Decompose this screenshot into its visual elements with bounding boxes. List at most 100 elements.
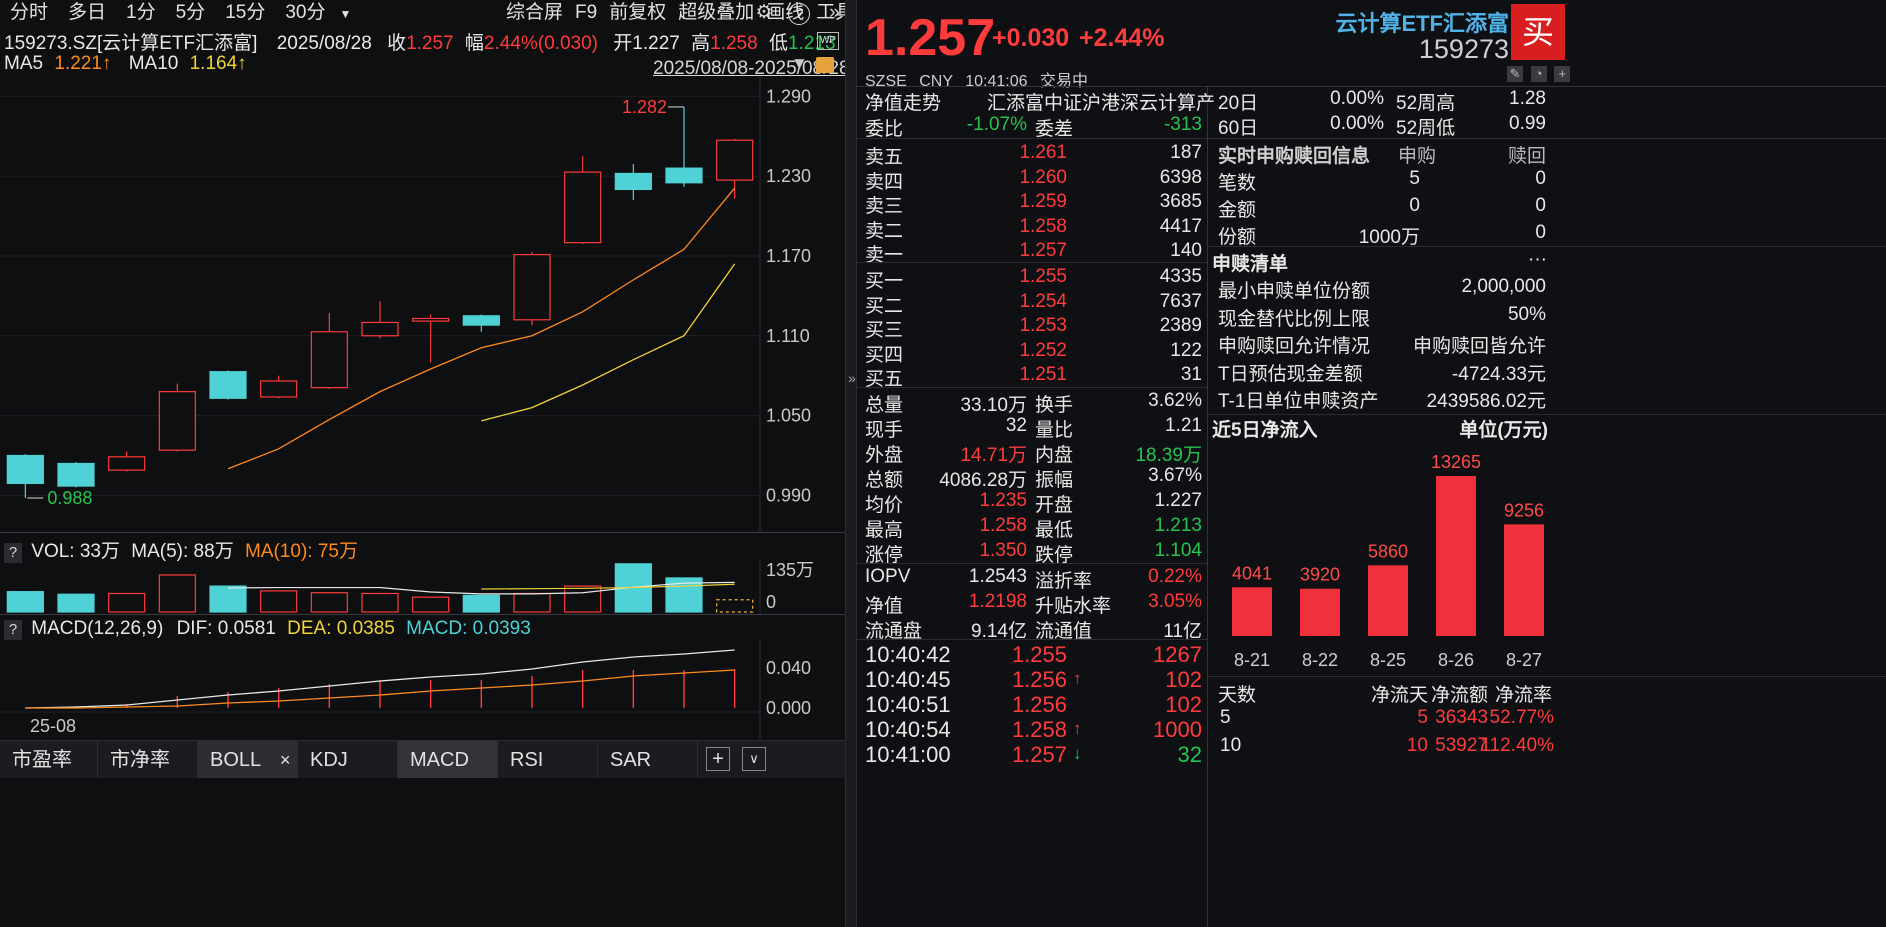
- volume-bar[interactable]: [210, 586, 246, 612]
- candle-body[interactable]: [565, 172, 601, 243]
- volume-bar[interactable]: [159, 575, 195, 612]
- range-dropdown-icon[interactable]: ▼: [791, 54, 808, 74]
- volume-bar[interactable]: [463, 595, 499, 612]
- wp-icon[interactable]: WP: [817, 32, 839, 50]
- inflow-bar[interactable]: [1368, 565, 1408, 636]
- bid-label: 买二: [865, 291, 903, 318]
- tick-volume: 32: [1097, 742, 1202, 768]
- volume-bar[interactable]: [362, 593, 398, 612]
- help-icon[interactable]: ?: [788, 3, 810, 25]
- tick-time: 10:40:45: [865, 667, 951, 693]
- tool-button[interactable]: 前复权: [603, 0, 672, 26]
- tab-pe[interactable]: 市盈率: [0, 741, 98, 778]
- volume-bar[interactable]: [58, 594, 94, 612]
- tab-kdj[interactable]: KDJ: [298, 741, 398, 778]
- volume-chart[interactable]: 135万0: [0, 558, 845, 614]
- inflow-bar[interactable]: [1232, 587, 1272, 636]
- candle-body[interactable]: [514, 255, 550, 320]
- inflow-bar[interactable]: [1300, 589, 1340, 636]
- list-row-value: 2,000,000: [1348, 276, 1546, 298]
- creation-list-title: 申赎清单: [1212, 249, 1288, 276]
- candle-body[interactable]: [7, 455, 43, 483]
- chart-area: 分时多日1分5分15分30分▼ 综合屏F9前复权超级叠加画线工具: [0, 0, 845, 927]
- kline-chart[interactable]: 1.2901.2301.1701.1101.0500.9901.2820.988: [0, 77, 845, 532]
- tab-rsi[interactable]: RSI: [498, 741, 598, 778]
- low-label: 低: [769, 33, 788, 54]
- candle-body[interactable]: [109, 457, 145, 470]
- candle-body[interactable]: [463, 316, 499, 325]
- period-tab[interactable]: 1分: [116, 0, 166, 26]
- volume-bar[interactable]: [109, 593, 145, 612]
- close-value: 1.257: [406, 33, 454, 54]
- candle-body[interactable]: [311, 332, 347, 388]
- tab-macd[interactable]: MACD: [398, 741, 498, 778]
- help-icon[interactable]: ?: [4, 620, 22, 640]
- candle-body[interactable]: [58, 463, 94, 486]
- nav-fund-name: 汇添富中证沪港深云计算产: [987, 88, 1207, 115]
- volume-bar[interactable]: [514, 593, 550, 612]
- tool-button[interactable]: 超级叠加: [672, 0, 760, 26]
- macd-chart[interactable]: 0.0400.00025-08: [0, 640, 845, 740]
- candle-body[interactable]: [362, 322, 398, 335]
- volume-bar[interactable]: [413, 597, 449, 612]
- candle-body[interactable]: [261, 381, 297, 397]
- period-tab[interactable]: 多日: [58, 0, 116, 26]
- panel-divider[interactable]: »: [845, 0, 857, 927]
- tab-pb[interactable]: 市净率: [98, 741, 198, 778]
- add-icon[interactable]: +: [1554, 66, 1570, 82]
- volume-bar[interactable]: [717, 600, 753, 612]
- alert-icon[interactable]: ◔: [1531, 66, 1547, 82]
- buy-button[interactable]: 买: [1511, 4, 1565, 60]
- volume-bar[interactable]: [565, 586, 601, 612]
- period-tab[interactable]: 30分: [275, 0, 335, 26]
- net-inflow-chart[interactable]: 40418-2139208-2258608-25132658-2692568-2…: [1208, 438, 1558, 678]
- candle-body[interactable]: [615, 173, 651, 189]
- stat-value: 1.213: [1097, 515, 1202, 537]
- lock-icon[interactable]: [816, 57, 834, 73]
- period-tab[interactable]: 5分: [166, 0, 216, 26]
- tool-button[interactable]: 综合屏: [500, 0, 569, 26]
- inflow-bar[interactable]: [1436, 476, 1476, 636]
- tick-price: 1.257: [987, 742, 1067, 768]
- chevron-down-icon[interactable]: ∨: [742, 747, 766, 771]
- last-price: 1.257: [865, 10, 995, 66]
- close-icon[interactable]: ×: [272, 741, 298, 778]
- candle-body[interactable]: [413, 318, 449, 321]
- period-tab[interactable]: 15分: [215, 0, 275, 26]
- ask-label: 卖四: [865, 167, 903, 194]
- add-tab-icon[interactable]: +: [706, 747, 730, 771]
- stat-label: IOPV: [865, 566, 910, 588]
- expand-icon[interactable]: »: [824, 0, 846, 26]
- inflow-bar[interactable]: [1504, 524, 1544, 636]
- gear-icon[interactable]: ⚙: [753, 0, 775, 26]
- period-menu-icon[interactable]: ▼: [335, 1, 355, 27]
- table-cell: 36343: [1408, 707, 1488, 729]
- tool-button[interactable]: F9: [569, 0, 603, 26]
- volume-bar[interactable]: [311, 593, 347, 612]
- candle-body[interactable]: [717, 140, 753, 180]
- candle-body[interactable]: [210, 372, 246, 399]
- y-tick-label: 1.230: [766, 166, 811, 186]
- amp-label: 幅: [465, 33, 484, 54]
- sub-value: 5: [1308, 168, 1420, 190]
- bid-volume: 122: [1097, 340, 1202, 362]
- stat-label: 开盘: [1035, 490, 1073, 517]
- stat-value: 1.235: [917, 490, 1027, 512]
- vol-ma5-line: [228, 582, 735, 593]
- period-tab[interactable]: 分时: [0, 0, 58, 26]
- volume-bar[interactable]: [7, 592, 43, 612]
- low-mark-label: 0.988: [47, 488, 92, 508]
- edit-icon[interactable]: ✎: [1507, 66, 1523, 82]
- ask-volume: 187: [1097, 142, 1202, 164]
- stat-value: 3.05%: [1097, 591, 1202, 613]
- stat-value: 18.39万: [1097, 440, 1202, 467]
- ask-label: 卖三: [865, 191, 903, 218]
- perf-label: 20日: [1218, 88, 1258, 115]
- volume-bar[interactable]: [261, 591, 297, 612]
- candle-body[interactable]: [159, 392, 195, 451]
- subscription-title: 实时申购赎回信息: [1218, 141, 1370, 168]
- candle-body[interactable]: [666, 168, 702, 183]
- tab-sar[interactable]: SAR: [598, 741, 698, 778]
- table-header: 净流额: [1428, 680, 1488, 707]
- stat-value: 3.62%: [1097, 390, 1202, 412]
